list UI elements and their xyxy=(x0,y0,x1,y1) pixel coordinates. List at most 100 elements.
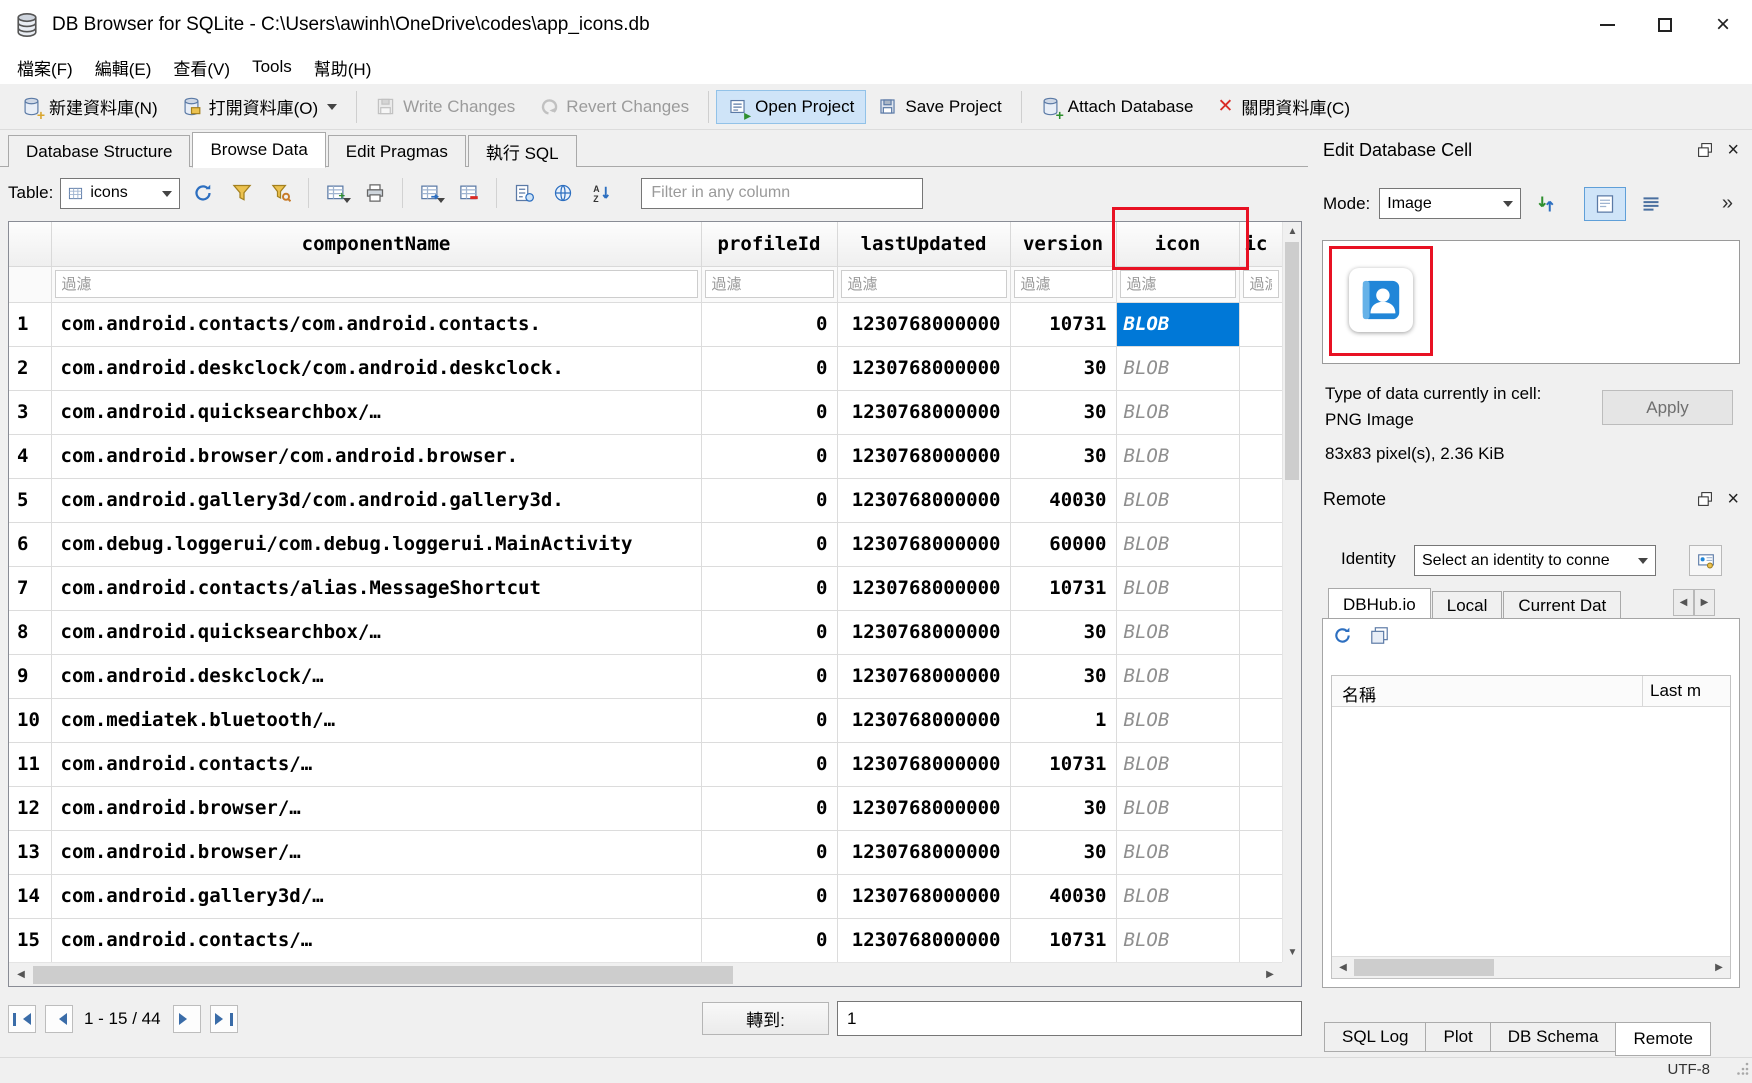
resize-grip-icon[interactable] xyxy=(1735,1061,1749,1080)
cell-overflow[interactable] xyxy=(1239,742,1282,786)
goto-record-input[interactable] xyxy=(837,1001,1302,1036)
cell-lastUpdated[interactable]: 1230768000000 xyxy=(837,742,1010,786)
horizontal-scrollbar-thumb[interactable] xyxy=(33,966,733,984)
cell-componentName[interactable]: com.android.browser/… xyxy=(51,786,701,830)
cell-profileId[interactable]: 0 xyxy=(701,346,837,390)
cell-componentName[interactable]: com.android.browser/… xyxy=(51,830,701,874)
row-number-cell[interactable]: 2 xyxy=(9,346,51,390)
cell-profileId[interactable]: 0 xyxy=(701,830,837,874)
mode-combobox[interactable]: Image xyxy=(1379,188,1521,219)
scroll-down-icon[interactable]: ▼ xyxy=(1283,943,1302,962)
scroll-right-icon[interactable]: ▶ xyxy=(1260,963,1280,986)
cell-icon[interactable]: BLOB xyxy=(1116,654,1239,698)
edit-display-format-button[interactable] xyxy=(508,177,540,209)
cell-componentName[interactable]: com.mediatek.bluetooth/… xyxy=(51,698,701,742)
cell-profileId[interactable]: 0 xyxy=(701,742,837,786)
cell-version[interactable]: 30 xyxy=(1010,434,1116,478)
remote-scrollbar-thumb[interactable] xyxy=(1354,959,1494,976)
cell-version[interactable]: 30 xyxy=(1010,390,1116,434)
cell-profileId[interactable]: 0 xyxy=(701,478,837,522)
cell-overflow[interactable] xyxy=(1239,698,1282,742)
row-number-cell[interactable]: 9 xyxy=(9,654,51,698)
corner-header[interactable] xyxy=(9,222,51,266)
cell-icon[interactable]: BLOB xyxy=(1116,918,1239,962)
maximize-button[interactable] xyxy=(1636,0,1694,50)
cell-componentName[interactable]: com.android.contacts/com.android.contact… xyxy=(51,302,701,346)
vertical-scrollbar-thumb[interactable] xyxy=(1285,242,1299,480)
cell-icon[interactable]: BLOB xyxy=(1116,698,1239,742)
previous-record-button[interactable] xyxy=(45,1005,73,1033)
close-button[interactable]: × xyxy=(1694,0,1752,50)
menu-file[interactable]: 檔案(F) xyxy=(6,50,84,84)
row-number-cell[interactable]: 7 xyxy=(9,566,51,610)
cell-lastUpdated[interactable]: 1230768000000 xyxy=(837,302,1010,346)
last-record-button[interactable] xyxy=(210,1005,238,1033)
new-record-button[interactable]: + xyxy=(320,177,352,209)
cell-overflow[interactable] xyxy=(1239,390,1282,434)
row-number-cell[interactable]: 11 xyxy=(9,742,51,786)
row-number-cell[interactable]: 15 xyxy=(9,918,51,962)
tab-plot[interactable]: Plot xyxy=(1425,1022,1490,1052)
print-button[interactable] xyxy=(359,177,391,209)
cell-version[interactable]: 30 xyxy=(1010,830,1116,874)
cell-version[interactable]: 10731 xyxy=(1010,302,1116,346)
cell-overflow[interactable] xyxy=(1239,610,1282,654)
cell-version[interactable]: 40030 xyxy=(1010,874,1116,918)
tab-execute-sql[interactable]: 執行 SQL xyxy=(468,135,577,167)
row-number-cell[interactable]: 14 xyxy=(9,874,51,918)
cell-lastUpdated[interactable]: 1230768000000 xyxy=(837,390,1010,434)
cell-icon[interactable]: BLOB xyxy=(1116,566,1239,610)
close-dock-icon[interactable]: × xyxy=(1727,140,1739,160)
cell-lastUpdated[interactable]: 1230768000000 xyxy=(837,434,1010,478)
set-encoding-button[interactable] xyxy=(547,177,579,209)
cell-componentName[interactable]: com.android.deskclock/… xyxy=(51,654,701,698)
save-filter-button[interactable] xyxy=(265,177,297,209)
cell-overflow[interactable] xyxy=(1239,874,1282,918)
cell-lastUpdated[interactable]: 1230768000000 xyxy=(837,874,1010,918)
row-number-cell[interactable]: 1 xyxy=(9,302,51,346)
menu-edit[interactable]: 編輯(E) xyxy=(84,50,163,84)
cell-version[interactable]: 30 xyxy=(1010,346,1116,390)
cell-lastUpdated[interactable]: 1230768000000 xyxy=(837,918,1010,962)
write-changes-button[interactable]: Write Changes xyxy=(364,90,527,124)
cell-overflow[interactable] xyxy=(1239,654,1282,698)
cell-profileId[interactable]: 0 xyxy=(701,918,837,962)
cell-profileId[interactable]: 0 xyxy=(701,566,837,610)
horizontal-scrollbar[interactable]: ◀ ▶ xyxy=(9,962,1282,986)
remote-tab-local[interactable]: Local xyxy=(1432,591,1503,619)
cell-componentName[interactable]: com.android.gallery3d/com.android.galler… xyxy=(51,478,701,522)
tab-db-schema[interactable]: DB Schema xyxy=(1490,1022,1617,1052)
cell-version[interactable]: 60000 xyxy=(1010,522,1116,566)
row-number-cell[interactable]: 6 xyxy=(9,522,51,566)
sort-az-button[interactable]: AZ xyxy=(586,177,618,209)
tab-edit-pragmas[interactable]: Edit Pragmas xyxy=(328,135,466,167)
cell-version[interactable]: 10731 xyxy=(1010,742,1116,786)
col-header-lastUpdated[interactable]: lastUpdated xyxy=(837,222,1010,266)
refresh-button[interactable] xyxy=(187,177,219,209)
cell-profileId[interactable]: 0 xyxy=(701,390,837,434)
cell-componentName[interactable]: com.debug.loggerui/com.debug.loggerui.Ma… xyxy=(51,522,701,566)
text-view-toggle-button[interactable] xyxy=(1635,188,1666,219)
cell-icon[interactable]: BLOB xyxy=(1116,302,1239,346)
save-project-button[interactable]: Save Project xyxy=(866,90,1013,124)
open-project-button[interactable]: ▸ Open Project xyxy=(716,90,866,124)
row-number-cell[interactable]: 10 xyxy=(9,698,51,742)
cell-lastUpdated[interactable]: 1230768000000 xyxy=(837,830,1010,874)
row-number-cell[interactable]: 13 xyxy=(9,830,51,874)
cell-componentName[interactable]: com.android.gallery3d/… xyxy=(51,874,701,918)
cell-componentName[interactable]: com.android.contacts/… xyxy=(51,742,701,786)
cell-profileId[interactable]: 0 xyxy=(701,610,837,654)
float-dock-icon[interactable] xyxy=(1697,491,1713,507)
import-export-cell-button[interactable] xyxy=(1530,188,1561,219)
cell-profileId[interactable]: 0 xyxy=(701,522,837,566)
cell-componentName[interactable]: com.android.browser/com.android.browser. xyxy=(51,434,701,478)
scroll-left-icon[interactable]: ◀ xyxy=(11,963,31,986)
cell-lastUpdated[interactable]: 1230768000000 xyxy=(837,522,1010,566)
cell-icon[interactable]: BLOB xyxy=(1116,346,1239,390)
cell-icon[interactable]: BLOB xyxy=(1116,786,1239,830)
cell-lastUpdated[interactable]: 1230768000000 xyxy=(837,478,1010,522)
col-header-componentName[interactable]: componentName xyxy=(51,222,701,266)
scroll-up-icon[interactable]: ▲ xyxy=(1283,222,1302,241)
goto-button[interactable]: 轉到: xyxy=(702,1002,829,1035)
cell-componentName[interactable]: com.android.contacts/… xyxy=(51,918,701,962)
